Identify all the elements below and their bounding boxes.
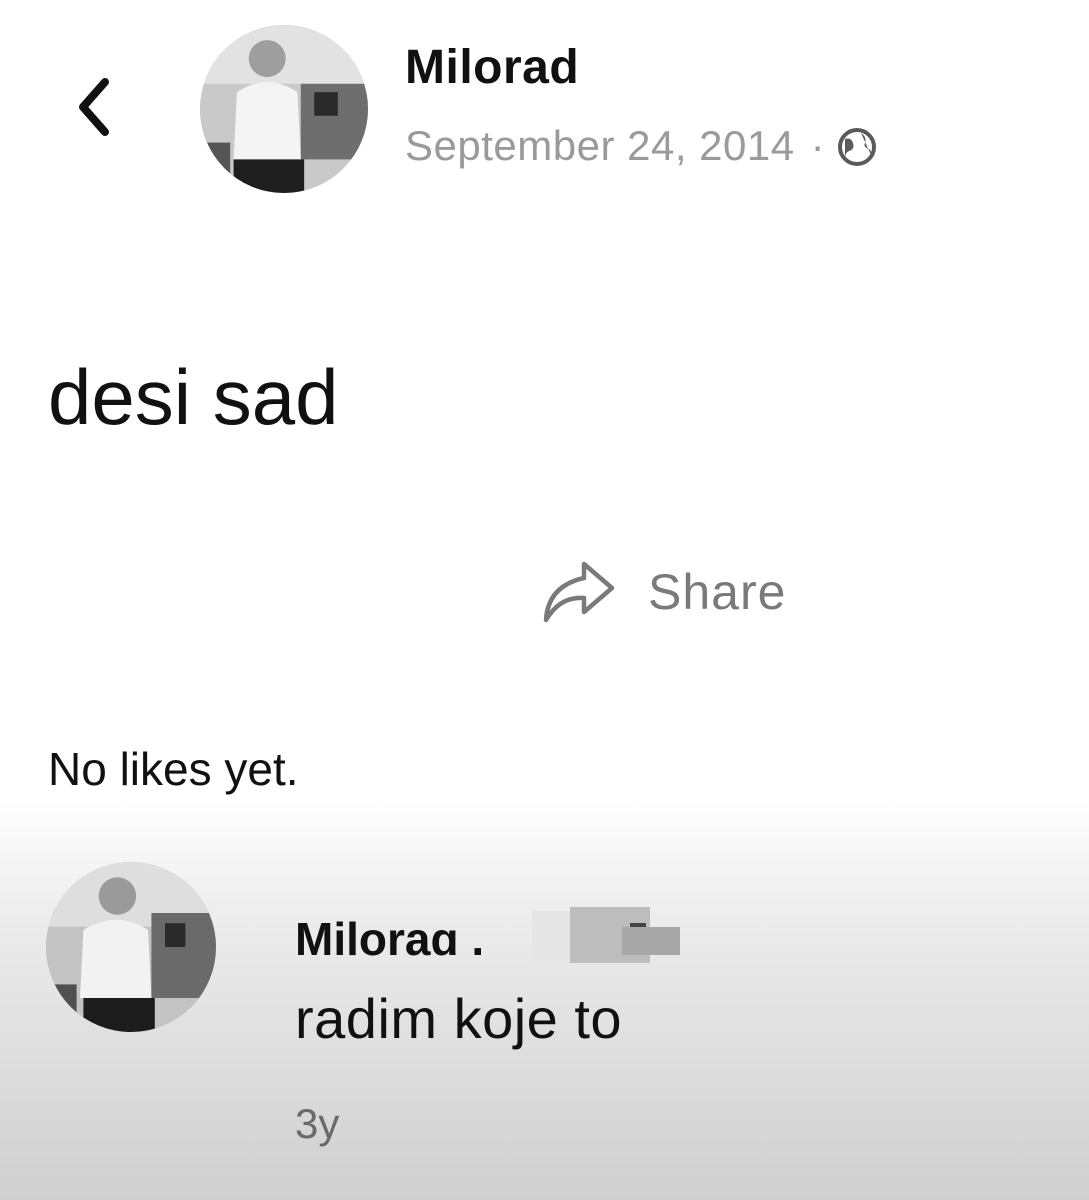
comment-text: radim koje to (295, 987, 623, 1050)
commenter-name[interactable]: Miloraɑ . (295, 912, 484, 966)
meta-separator: · (810, 122, 826, 169)
post-meta: September 24, 2014 · (405, 122, 877, 170)
comment-timestamp[interactable]: 3y (295, 1100, 339, 1148)
post-date[interactable]: September 24, 2014 (405, 122, 795, 170)
share-button[interactable]: Share (540, 556, 786, 628)
commenter-avatar[interactable] (46, 862, 216, 1032)
avatar-photo (200, 25, 368, 193)
back-button[interactable] (60, 62, 130, 152)
globe-icon (838, 128, 877, 166)
avatar-photo (46, 862, 216, 1032)
share-label: Share (648, 564, 787, 620)
post-text: desi sad (48, 353, 339, 441)
likes-summary: No likes yet. (48, 743, 299, 795)
share-arrow-icon (543, 561, 615, 623)
chevron-left-icon (79, 78, 109, 136)
redaction-blur (532, 907, 680, 963)
author-name[interactable]: Milorad (405, 40, 579, 95)
author-avatar[interactable] (200, 25, 368, 193)
